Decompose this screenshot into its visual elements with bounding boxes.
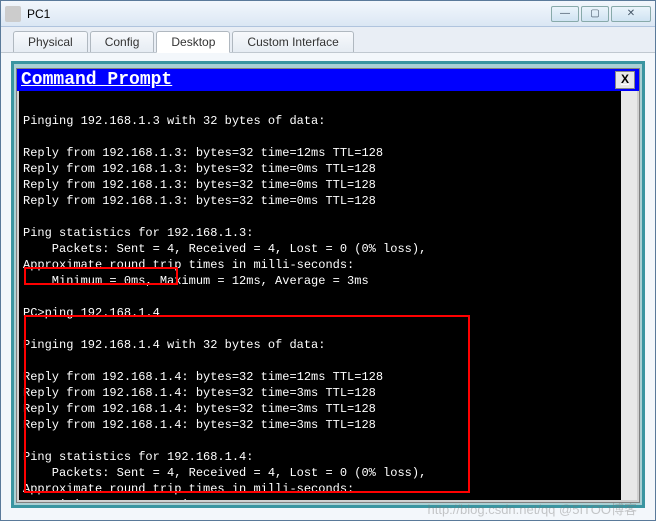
terminal-line: Pinging 192.168.1.3 with 32 bytes of dat… [23, 114, 325, 128]
terminal-line: Packets: Sent = 4, Received = 4, Lost = … [23, 466, 426, 480]
terminal-line: Ping statistics for 192.168.1.3: [23, 226, 253, 240]
terminal-titlebar: Command Prompt X [17, 69, 639, 91]
tab-desktop[interactable]: Desktop [156, 31, 230, 53]
terminal-line: PC>ping 192.168.1.4 [23, 306, 160, 320]
command-prompt-window: Command Prompt X Pinging 192.168.1.3 wit… [16, 68, 640, 503]
terminal-close-button[interactable]: X [615, 71, 635, 89]
terminal-line: Reply from 192.168.1.4: bytes=32 time=3m… [23, 418, 376, 432]
terminal-body[interactable]: Pinging 192.168.1.3 with 32 bytes of dat… [17, 91, 639, 502]
terminal-line: Reply from 192.168.1.3: bytes=32 time=0m… [23, 178, 376, 192]
terminal-line: Reply from 192.168.1.3: bytes=32 time=0m… [23, 194, 376, 208]
tab-strip: Physical Config Desktop Custom Interface [1, 27, 655, 53]
content-area: Command Prompt X Pinging 192.168.1.3 wit… [1, 53, 655, 520]
window-titlebar: PC1 — ▢ ✕ [1, 1, 655, 27]
terminal-line: Approximate round trip times in milli-se… [23, 482, 354, 496]
terminal-line: Packets: Sent = 4, Received = 4, Lost = … [23, 242, 426, 256]
tab-physical[interactable]: Physical [13, 31, 88, 52]
terminal-line: Reply from 192.168.1.4: bytes=32 time=12… [23, 370, 383, 384]
terminal-line: Ping statistics for 192.168.1.4: [23, 450, 253, 464]
tab-custom-interface[interactable]: Custom Interface [232, 31, 353, 52]
terminal-line: Reply from 192.168.1.4: bytes=32 time=3m… [23, 402, 376, 416]
terminal-line: Reply from 192.168.1.3: bytes=32 time=0m… [23, 162, 376, 176]
app-icon [5, 6, 21, 22]
minimize-button[interactable]: — [551, 6, 579, 22]
desktop-panel: Command Prompt X Pinging 192.168.1.3 wit… [11, 61, 645, 508]
terminal-title: Command Prompt [21, 70, 172, 90]
maximize-button[interactable]: ▢ [581, 6, 609, 22]
terminal-line: Minimum = 1ms, Maximum = 12ms, Average =… [23, 498, 369, 502]
tab-config[interactable]: Config [90, 31, 155, 52]
app-window: PC1 — ▢ ✕ Physical Config Desktop Custom… [0, 0, 656, 521]
terminal-line: Approximate round trip times in milli-se… [23, 258, 354, 272]
terminal-line: Reply from 192.168.1.3: bytes=32 time=12… [23, 146, 383, 160]
vertical-scrollbar[interactable] [621, 91, 637, 500]
window-title: PC1 [27, 7, 50, 21]
terminal-line: Reply from 192.168.1.4: bytes=32 time=3m… [23, 386, 376, 400]
terminal-line: Pinging 192.168.1.4 with 32 bytes of dat… [23, 338, 325, 352]
close-window-button[interactable]: ✕ [611, 6, 651, 22]
terminal-line: Minimum = 0ms, Maximum = 12ms, Average =… [23, 274, 369, 288]
